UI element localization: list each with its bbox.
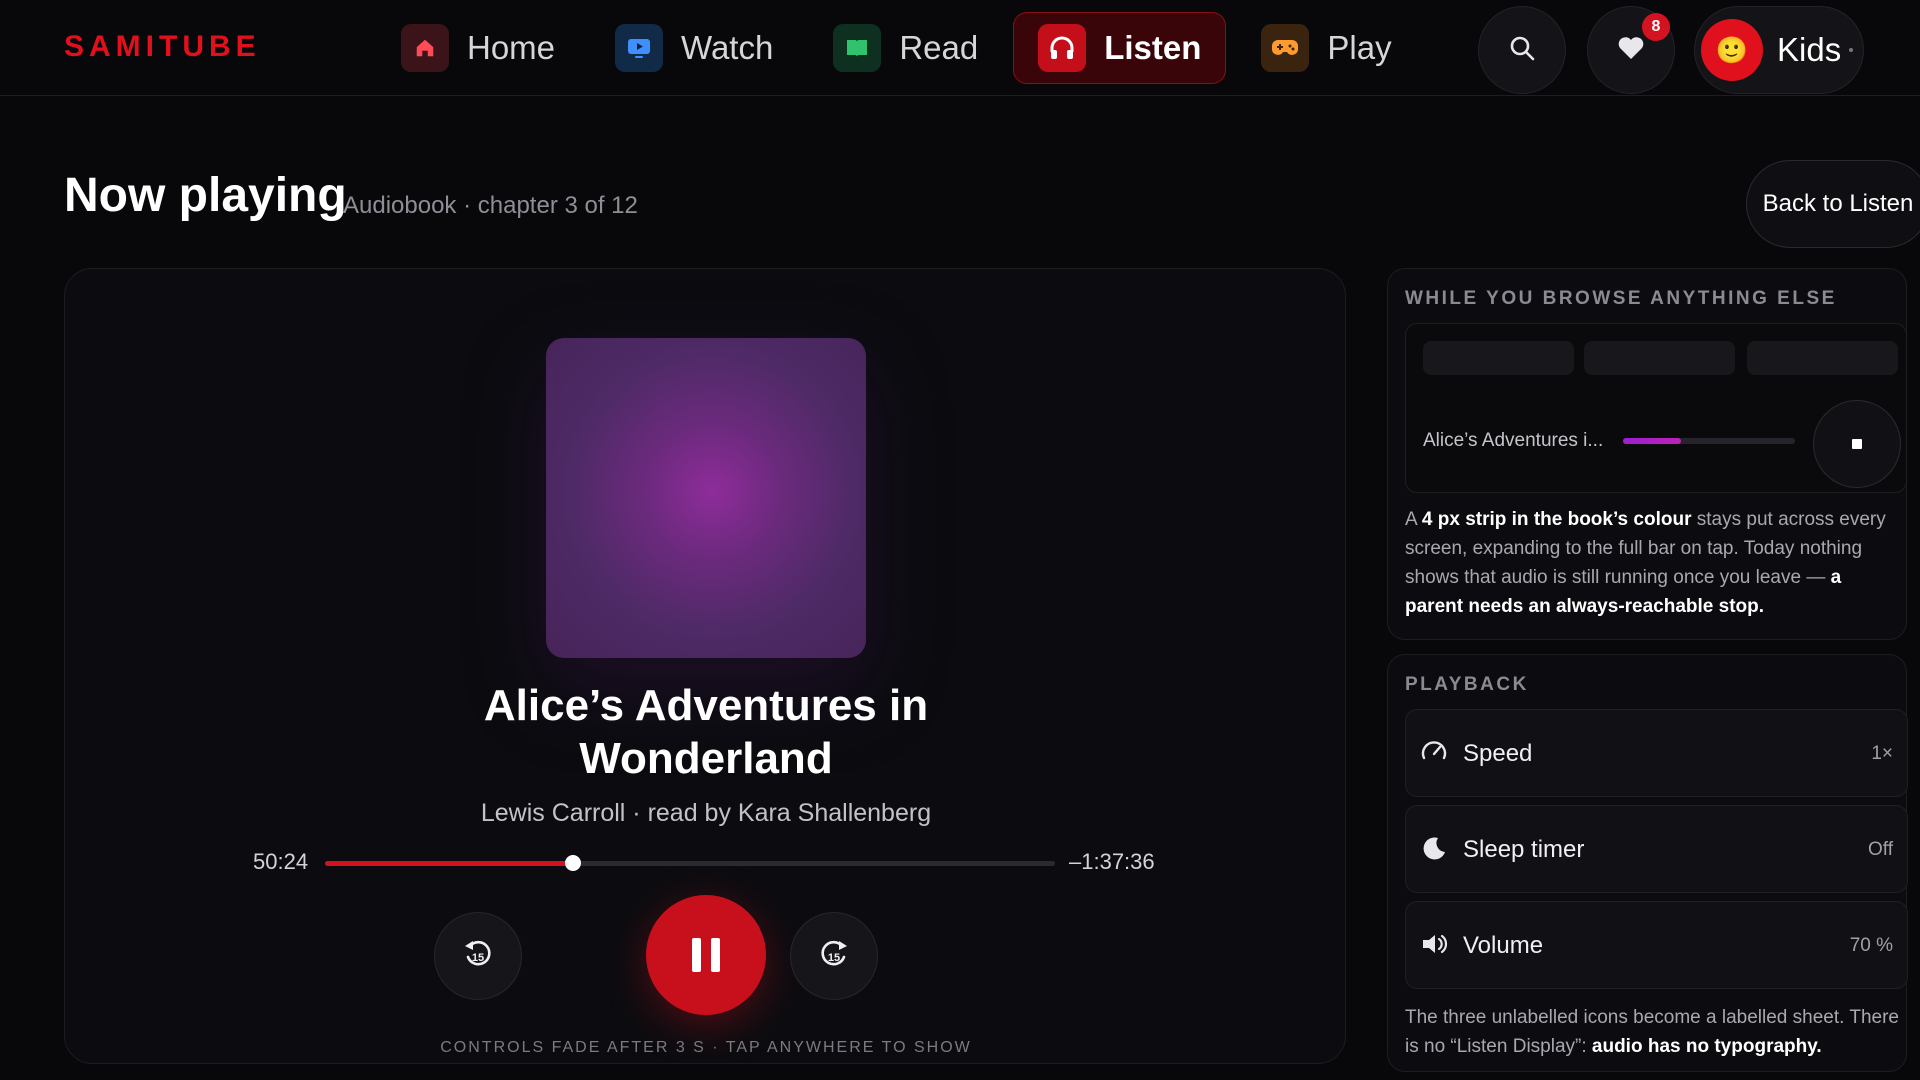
mini-progress-bar: [1623, 438, 1795, 444]
nav-item-play[interactable]: Play: [1236, 12, 1416, 84]
headphones-icon: [1038, 24, 1087, 72]
setting-value: Off: [1868, 839, 1893, 860]
page-subtitle: Audiobook · chapter 3 of 12: [343, 192, 638, 219]
elapsed-time: 50:24: [253, 849, 309, 874]
notification-badge: 8: [1642, 13, 1670, 41]
profile-name: Kids: [1777, 31, 1842, 68]
setting-label: Volume: [1463, 932, 1544, 959]
nav-item-label: Watch: [681, 29, 774, 66]
book-icon: [833, 24, 882, 72]
avatar: 🙂: [1701, 19, 1763, 81]
panel-heading: WHILE YOU BROWSE ANYTHING ELSE: [1405, 288, 1837, 309]
skip-forward-button[interactable]: 15: [790, 912, 878, 1000]
playback-note: The three unlabelled icons become a labe…: [1405, 1007, 1899, 1057]
controls-hint: CONTROLS FADE AFTER 3 S · TAP ANYWHERE T…: [440, 1039, 972, 1056]
browse-preview-panel: WHILE YOU BROWSE ANYTHING ELSE Alice’s A…: [1387, 268, 1907, 640]
favorites-button[interactable]: 8: [1587, 6, 1675, 94]
gamepad-icon: [1261, 24, 1310, 72]
page-title: Now playing: [64, 169, 347, 222]
nav-item-label: Listen: [1104, 29, 1202, 66]
gauge-icon: [1420, 738, 1452, 770]
nav-item-read[interactable]: Read: [808, 12, 1003, 84]
mini-progress-fill: [1623, 438, 1682, 444]
panel-heading: PLAYBACK: [1405, 674, 1529, 695]
progress-scrubber[interactable]: [325, 855, 1055, 871]
moon-icon: [1420, 834, 1452, 866]
sleep-timer-setting[interactable]: Sleep timer Off: [1405, 805, 1908, 893]
svg-text:15: 15: [828, 952, 840, 964]
forward-15-icon: 15: [817, 937, 851, 976]
rewind-15-icon: 15: [461, 937, 495, 976]
profile-switcher[interactable]: 🙂 Kids: [1694, 6, 1864, 94]
placeholder-tile: [1747, 341, 1898, 375]
search-icon: [1508, 34, 1536, 67]
nav-item-label: Play: [1327, 29, 1392, 66]
skip-back-button[interactable]: 15: [434, 912, 522, 1000]
book-author: Lewis Carroll · read by Kara Shallenberg: [480, 799, 932, 827]
browse-note: A 4 px strip in the book’s colour stays …: [1405, 509, 1886, 617]
top-navigation-bar: SAMITUBE Home Watch Read Listen Play 8 🙂…: [0, 0, 1920, 96]
nav-item-label: Read: [899, 29, 979, 66]
speaker-icon: [1420, 930, 1452, 962]
playback-panel: PLAYBACK Speed 1× Sleep timer Off Volume…: [1387, 654, 1908, 1072]
tv-icon: [615, 24, 664, 72]
speed-setting[interactable]: Speed 1×: [1405, 709, 1908, 797]
nav-item-home[interactable]: Home: [376, 12, 580, 84]
chevron-down-icon: [1849, 48, 1854, 52]
svg-text:15: 15: [472, 952, 484, 964]
back-to-listen-button[interactable]: Back to Listen: [1746, 160, 1920, 248]
placeholder-tile: [1423, 341, 1574, 375]
progress-fill: [325, 861, 574, 866]
placeholder-tile: [1584, 341, 1735, 375]
pause-icon: [711, 938, 720, 972]
pause-button[interactable]: [646, 895, 766, 1015]
stop-button[interactable]: [1813, 400, 1901, 488]
remaining-time: –1:37:36: [1069, 849, 1155, 874]
volume-setting[interactable]: Volume 70 %: [1405, 901, 1908, 989]
setting-label: Speed: [1463, 740, 1533, 767]
mini-player-preview: Alice’s Adventures i...: [1405, 323, 1907, 493]
search-button[interactable]: [1478, 6, 1566, 94]
pause-icon: [692, 938, 701, 972]
home-icon: [401, 24, 449, 72]
nav-item-watch[interactable]: Watch: [590, 12, 798, 84]
scrubber-handle[interactable]: [565, 855, 582, 871]
nav-item-label: Home: [467, 29, 556, 66]
book-cover-art: [546, 338, 866, 658]
heart-icon: [1617, 35, 1645, 66]
nav-item-listen[interactable]: Listen: [1013, 12, 1227, 84]
setting-value: 70 %: [1849, 935, 1893, 956]
brand-logo[interactable]: SAMITUBE: [64, 30, 261, 64]
setting-label: Sleep timer: [1463, 836, 1585, 863]
book-title: Alice’s Adventures in Wonderland: [483, 681, 929, 783]
primary-nav: Home Watch Read Listen Play: [376, 12, 1427, 84]
mini-player-title: Alice’s Adventures i...: [1423, 430, 1604, 451]
now-playing-card[interactable]: Alice’s Adventures in Wonderland Lewis C…: [64, 268, 1346, 1064]
stop-icon: [1852, 439, 1862, 449]
setting-value: 1×: [1871, 743, 1893, 764]
